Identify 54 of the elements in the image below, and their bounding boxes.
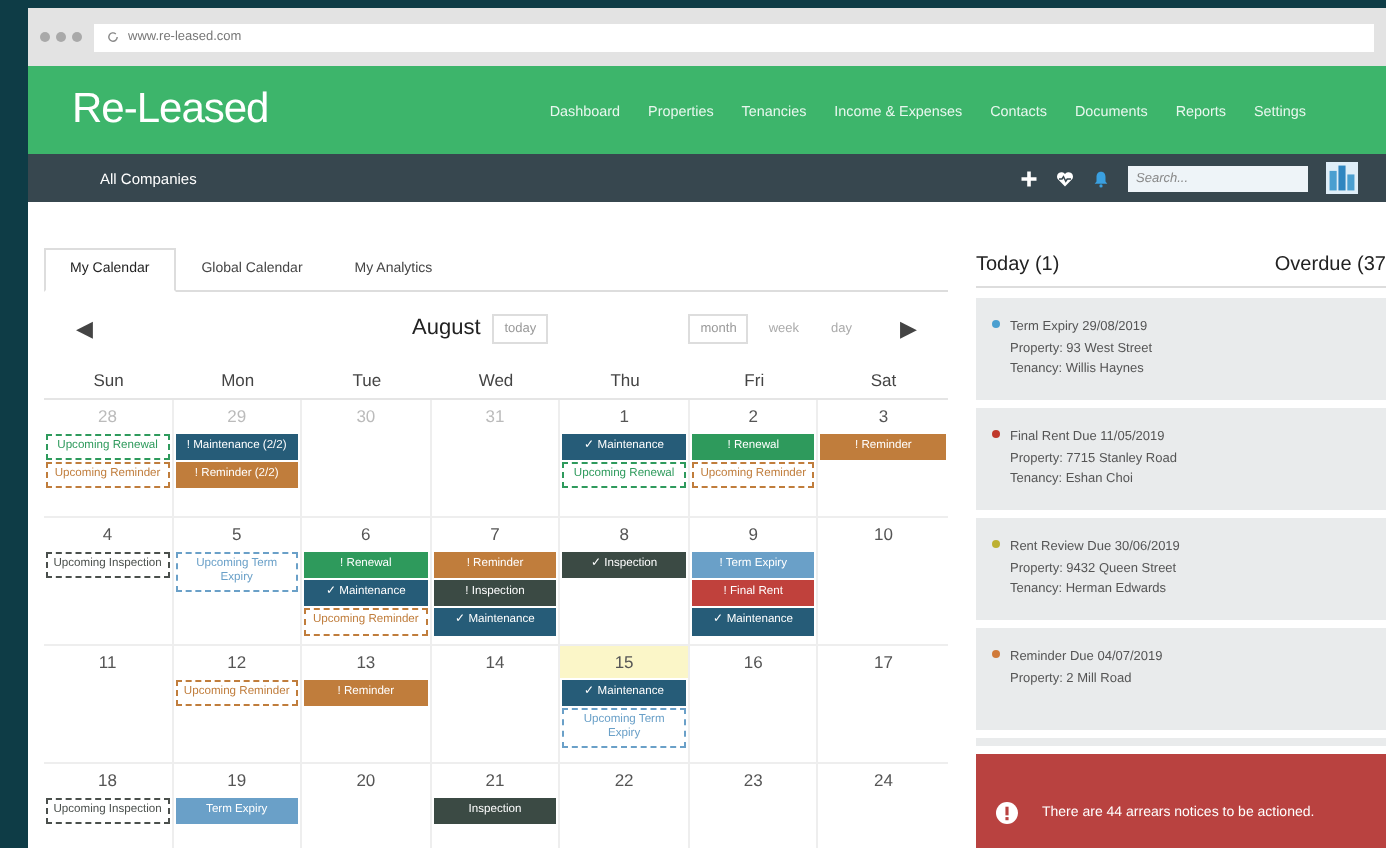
day-number: 23	[741, 767, 765, 794]
weekday-header: Tue	[302, 364, 432, 400]
weekday-header: Sun	[44, 364, 174, 400]
day-number: 4	[100, 522, 115, 548]
day-number: 3	[876, 404, 891, 430]
overdue-heading[interactable]: Overdue (37	[1274, 253, 1386, 275]
day-cell[interactable]: 22	[560, 763, 690, 848]
month-title: August	[412, 316, 481, 340]
day-number: 21	[483, 767, 507, 794]
weekday-header: Thu	[560, 364, 690, 400]
day-cell[interactable]: 10	[818, 518, 948, 646]
day-cell[interactable]: 17	[818, 645, 948, 764]
day-number: 13	[354, 649, 378, 676]
day-cell[interactable]: 20	[302, 763, 432, 848]
today-heading[interactable]: Today (1)	[976, 253, 1060, 275]
day-number: 29	[225, 404, 249, 430]
day-number: 5	[229, 522, 244, 548]
day-number: 14	[483, 649, 507, 676]
day-number: 24	[871, 767, 895, 794]
day-number: 19	[225, 767, 249, 794]
day-number: 17	[871, 649, 895, 676]
day-number: 18	[96, 767, 120, 794]
day-number: 20	[354, 767, 378, 794]
day-number: 9	[746, 522, 760, 548]
day-number: 8	[617, 522, 631, 548]
day-number: 16	[741, 649, 765, 676]
plus-icon[interactable]	[1020, 169, 1038, 187]
bell-icon[interactable]	[1092, 169, 1110, 187]
day-number: 12	[225, 649, 249, 676]
weekday-header: Mon	[173, 364, 303, 400]
heart-pulse-icon[interactable]	[1056, 169, 1074, 187]
day-cell[interactable]: 23	[689, 763, 819, 848]
day-cell[interactable]: 16	[689, 645, 819, 764]
day-cell[interactable]: 24	[818, 763, 948, 848]
day-number: 28	[96, 404, 120, 430]
day-number: 31	[483, 404, 507, 430]
weekday-header: Sat	[818, 364, 948, 400]
day-cell[interactable]: 11	[44, 645, 174, 764]
weekday-header: Wed	[431, 364, 561, 400]
weekday-header: Fri	[689, 364, 819, 400]
day-number: 11	[96, 649, 119, 676]
previous-button[interactable]: ◀	[76, 315, 92, 341]
day-number: 2	[746, 404, 760, 430]
day-number: 1	[617, 404, 631, 430]
reload-icon[interactable]	[106, 30, 120, 44]
next-button[interactable]: ▶	[900, 315, 916, 341]
day-number: 15	[560, 645, 688, 678]
day-number: 10	[871, 522, 895, 548]
buildings-icon[interactable]	[1326, 162, 1358, 194]
day-number: 7	[488, 522, 502, 548]
day-number: 22	[612, 767, 636, 794]
day-number: 30	[354, 404, 378, 430]
day-number: 6	[359, 522, 373, 548]
exclamation-icon	[996, 801, 1018, 823]
